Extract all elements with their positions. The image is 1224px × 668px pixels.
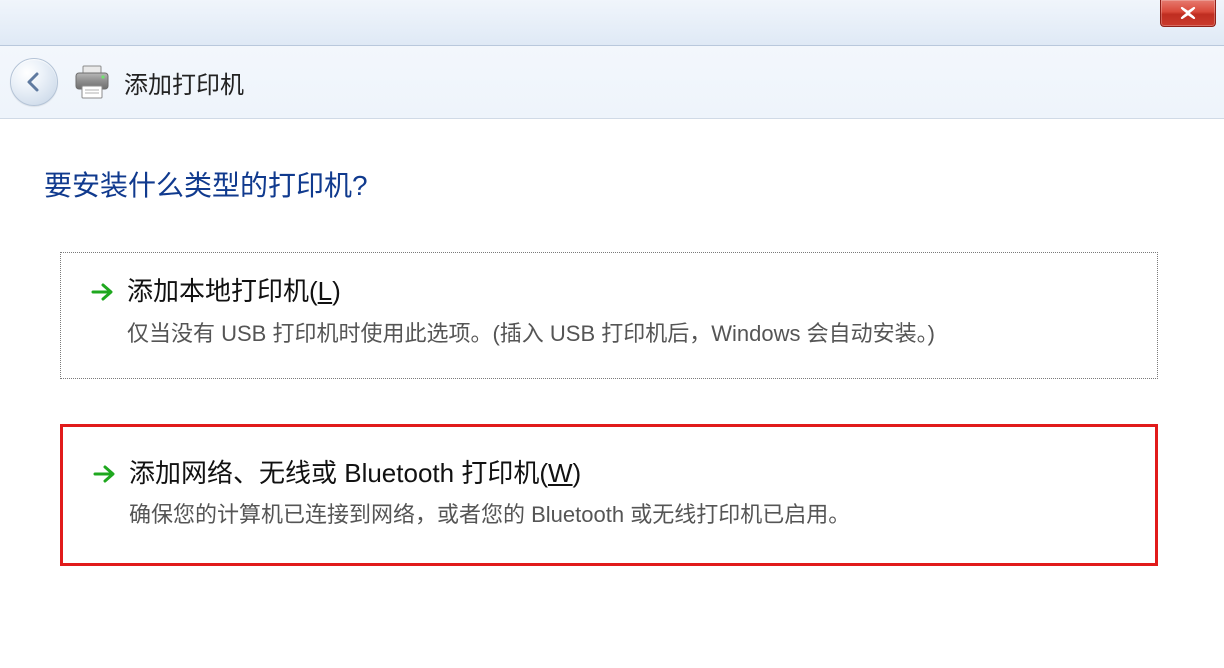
option-title-key: L (318, 276, 332, 306)
page-heading: 要安装什么类型的打印机? (44, 164, 1182, 204)
option-title-key: W (548, 458, 573, 488)
option-title: 添加网络、无线或 Bluetooth 打印机(W) (129, 457, 1127, 491)
option-description: 确保您的计算机已连接到网络，或者您的 Bluetooth 或无线打印机已启用。 (129, 500, 1127, 531)
wizard-content: 要安装什么类型的打印机? 添加本地打印机(L) 仅当没有 USB 打印机时使用此… (0, 119, 1224, 566)
printer-icon (72, 62, 112, 102)
option-description: 仅当没有 USB 打印机时使用此选项。(插入 USB 打印机后，Windows … (127, 319, 1129, 350)
option-add-local-printer[interactable]: 添加本地打印机(L) 仅当没有 USB 打印机时使用此选项。(插入 USB 打印… (60, 252, 1158, 379)
option-title-pre: 添加本地打印机( (127, 276, 318, 306)
window-close-button[interactable] (1160, 0, 1216, 27)
back-button[interactable] (10, 58, 58, 106)
option-title-post: ) (573, 458, 582, 488)
arrow-right-icon (89, 281, 117, 303)
option-title: 添加本地打印机(L) (127, 275, 1129, 309)
arrow-right-icon (91, 463, 119, 485)
option-add-network-printer[interactable]: 添加网络、无线或 Bluetooth 打印机(W) 确保您的计算机已连接到网络，… (60, 424, 1158, 567)
wizard-header: 添加打印机 (0, 46, 1224, 119)
window-titlebar (0, 0, 1224, 46)
wizard-title: 添加打印机 (124, 65, 244, 100)
arrow-left-icon (21, 69, 47, 95)
option-title-post: ) (332, 276, 341, 306)
close-icon (1179, 7, 1197, 19)
option-title-pre: 添加网络、无线或 Bluetooth 打印机( (129, 458, 548, 488)
